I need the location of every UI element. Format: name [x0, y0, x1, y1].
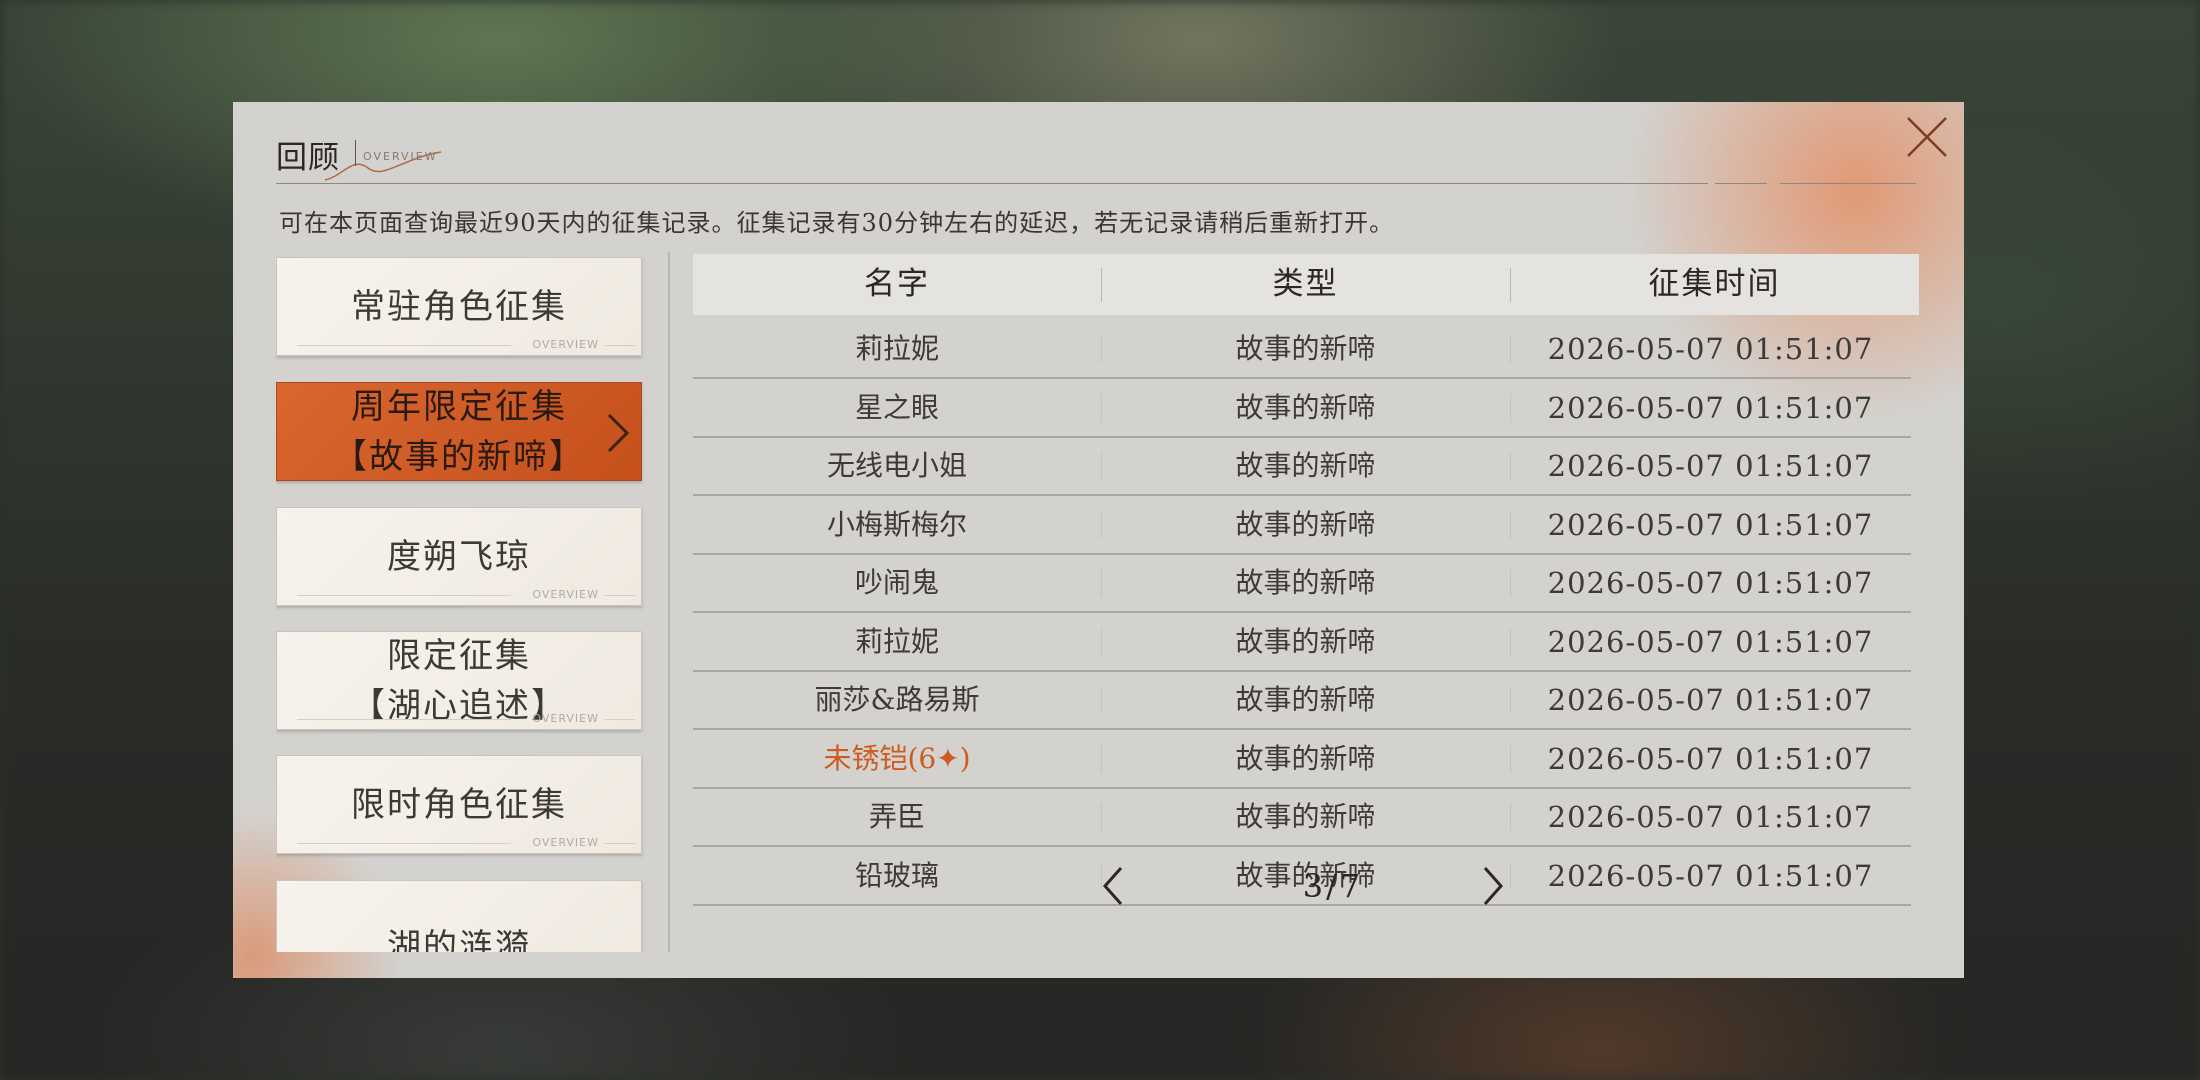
cell-time: 2026-05-07 01:51:07	[1547, 741, 1874, 776]
cell-time: 2026-05-07 01:51:07	[1547, 449, 1874, 483]
cell-type: 故事的新啼	[1235, 800, 1376, 833]
cell-type: 故事的新啼	[1235, 624, 1376, 658]
chevron-right-icon	[1483, 867, 1504, 905]
table-row: 莉拉妮 故事的新啼 2026-05-07 01:51:07	[693, 614, 1911, 672]
cell-name: 无线电小姐	[826, 449, 967, 482]
title-separator	[355, 140, 356, 166]
category-timed-character[interactable]: 限时角色征集 OVERVIEW	[276, 755, 642, 854]
cell-name: 莉拉妮	[854, 332, 939, 365]
card-decoration-line	[297, 595, 511, 596]
category-limited-lake[interactable]: 限定征集 【湖心追述】 OVERVIEW	[276, 631, 642, 730]
table-row: 星之眼 故事的新啼 2026-05-07 01:51:07	[693, 380, 1911, 438]
cell-time: 2026-05-07 01:51:07	[1547, 624, 1874, 659]
sidebar-divider	[668, 252, 670, 952]
page-indicator: 3/7	[1302, 867, 1364, 905]
card-overview-tag: OVERVIEW	[532, 836, 599, 849]
table-header: 名字 类型 征集时间	[693, 254, 1919, 315]
close-button[interactable]	[1896, 108, 1956, 168]
card-overview-tag: OVERVIEW	[532, 588, 599, 601]
column-header-name: 名字	[864, 266, 930, 302]
cell-time: 2026-05-07 01:51:07	[1547, 332, 1874, 366]
category-anniversary-limited[interactable]: 周年限定征集 【故事的新啼】	[276, 382, 642, 481]
card-decoration-line	[297, 719, 511, 720]
next-page-button[interactable]	[1473, 862, 1513, 910]
category-label: 湖的涟漪	[387, 926, 531, 953]
header-rule	[276, 183, 1708, 184]
cell-time: 2026-05-07 01:51:07	[1547, 507, 1874, 542]
card-decoration-line	[605, 719, 635, 720]
category-label: 周年限定征集 【故事的新啼】	[333, 386, 585, 477]
chevron-left-icon	[1102, 867, 1123, 905]
category-lake-ripples[interactable]: 湖的涟漪	[276, 880, 642, 952]
cell-name: 星之眼	[854, 390, 939, 424]
cell-type: 故事的新啼	[1235, 741, 1376, 775]
cell-type: 故事的新啼	[1235, 332, 1376, 365]
cell-name: 莉拉妮	[854, 624, 939, 658]
category-label: 常驻角色征集	[351, 286, 567, 327]
column-header-time: 征集时间	[1648, 266, 1781, 302]
notice-text: 可在本页面查询最近90天内的征集记录。征集记录有30分钟左右的延迟，若无记录请稍…	[279, 209, 1395, 237]
cell-name: 小梅斯梅尔	[826, 507, 967, 541]
overview-panel: 回顾 OVERVIEW 可在本页面查询最近90天内的征集记录。征集记录有30分钟…	[233, 102, 1964, 978]
chevron-right-icon	[607, 413, 630, 453]
category-sidebar: 常驻角色征集 OVERVIEW 周年限定征集 【故事的新啼】 度朔飞琼 OVER…	[276, 254, 646, 952]
category-standard[interactable]: 常驻角色征集 OVERVIEW	[276, 257, 642, 356]
table-row: 丽莎&路易斯 故事的新啼 2026-05-07 01:51:07	[693, 672, 1911, 730]
cell-name: 弄臣	[868, 800, 925, 833]
column-header-type: 类型	[1272, 266, 1339, 302]
prev-page-button[interactable]	[1093, 862, 1133, 910]
cell-name: 未锈铠(6✦)	[823, 741, 971, 775]
cell-name: 铅玻璃	[854, 858, 939, 892]
table-row: 无线电小姐 故事的新啼 2026-05-07 01:51:07	[693, 438, 1911, 496]
cell-type: 故事的新啼	[1235, 683, 1376, 716]
close-icon	[1907, 117, 1947, 157]
cell-time: 2026-05-07 01:51:07	[1547, 683, 1874, 717]
card-decoration-line	[605, 843, 635, 844]
card-decoration-line	[297, 843, 511, 844]
cell-time: 2026-05-07 01:51:07	[1547, 800, 1874, 834]
cell-name: 吵闹鬼	[854, 566, 939, 599]
table-row: 小梅斯梅尔 故事的新啼 2026-05-07 01:51:07	[693, 497, 1911, 555]
page-subtitle: OVERVIEW	[363, 150, 438, 163]
cell-type: 故事的新啼	[1235, 566, 1376, 599]
table-row: 未锈铠(6✦) 故事的新啼 2026-05-07 01:51:07	[693, 731, 1911, 789]
category-label: 限时角色征集	[351, 784, 567, 825]
cell-time: 2026-05-07 01:51:07	[1547, 390, 1874, 425]
card-decoration-line	[297, 345, 511, 346]
card-decoration-line	[605, 595, 635, 596]
cell-name: 丽莎&路易斯	[814, 683, 980, 716]
cell-time: 2026-05-07 01:51:07	[1547, 566, 1874, 600]
category-label: 度朔飞琼	[387, 536, 531, 577]
cell-type: 故事的新啼	[1235, 449, 1376, 482]
table-row: 弄臣 故事的新啼 2026-05-07 01:51:07	[693, 789, 1911, 847]
table-row: 莉拉妮 故事的新啼 2026-05-07 01:51:07	[693, 321, 1911, 379]
header-rule	[1780, 183, 1916, 184]
card-decoration-line	[605, 345, 635, 346]
cell-type: 故事的新啼	[1235, 507, 1376, 541]
cell-time: 2026-05-07 01:51:07	[1547, 858, 1874, 893]
header-rule	[1715, 183, 1767, 184]
table-row: 吵闹鬼 故事的新啼 2026-05-07 01:51:07	[693, 555, 1911, 613]
cell-type: 故事的新啼	[1235, 390, 1376, 424]
category-dushuo-feiqiong[interactable]: 度朔飞琼 OVERVIEW	[276, 507, 642, 606]
card-overview-tag: OVERVIEW	[532, 338, 599, 351]
card-overview-tag: OVERVIEW	[532, 712, 599, 725]
